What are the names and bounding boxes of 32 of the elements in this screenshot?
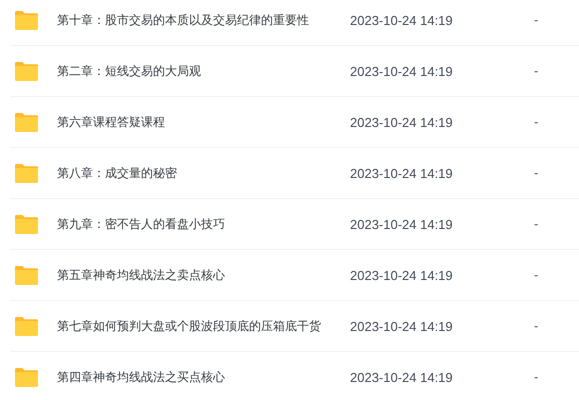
modified-date: 2023-10-24 14:19 (350, 268, 454, 282)
folder-name[interactable]: 第五章神奇均线战法之卖点核心 (57, 266, 350, 284)
folder-icon (14, 112, 39, 132)
file-size: - (534, 115, 538, 129)
file-size: - (534, 166, 538, 180)
modified-date: 2023-10-24 14:19 (350, 64, 454, 78)
folder-icon (14, 316, 39, 336)
modified-date: 2023-10-24 14:19 (350, 114, 454, 130)
file-size: - (534, 217, 538, 231)
file-size: - (534, 13, 538, 27)
modified-date: 2023-10-24 14:19 (350, 12, 454, 28)
folder-name[interactable]: 第七章如何预判大盘或个股波段顶底的压箱底干货 (57, 318, 350, 334)
modified-date: 2023-10-24 14:19 (350, 216, 454, 232)
modified-date: 2023-10-24 14:19 (350, 166, 454, 180)
folder-name[interactable]: 第八章：成交量的秘密 (57, 164, 350, 182)
folder-icon (14, 60, 39, 82)
folder-icon (14, 10, 39, 30)
file-size: - (534, 370, 538, 384)
modified-date: 2023-10-24 14:19 (350, 318, 454, 334)
folder-name[interactable]: 第十章：股市交易的本质以及交易纪律的重要性 (57, 12, 350, 28)
file-size: - (534, 268, 538, 282)
folder-icon (14, 162, 39, 184)
file-size: - (534, 64, 538, 78)
folder-name[interactable]: 第二章：短线交易的大局观 (57, 62, 350, 80)
modified-date: 2023-10-24 14:19 (350, 370, 454, 384)
folder-icon (14, 214, 39, 234)
folder-name[interactable]: 第九章：密不告人的看盘小技巧 (57, 216, 350, 232)
folder-icon (14, 366, 39, 388)
folder-name[interactable]: 第四章神奇均线战法之买点核心 (57, 368, 350, 386)
file-size: - (534, 319, 538, 333)
folder-name[interactable]: 第六章课程答疑课程 (57, 114, 350, 130)
folder-icon (14, 264, 39, 286)
